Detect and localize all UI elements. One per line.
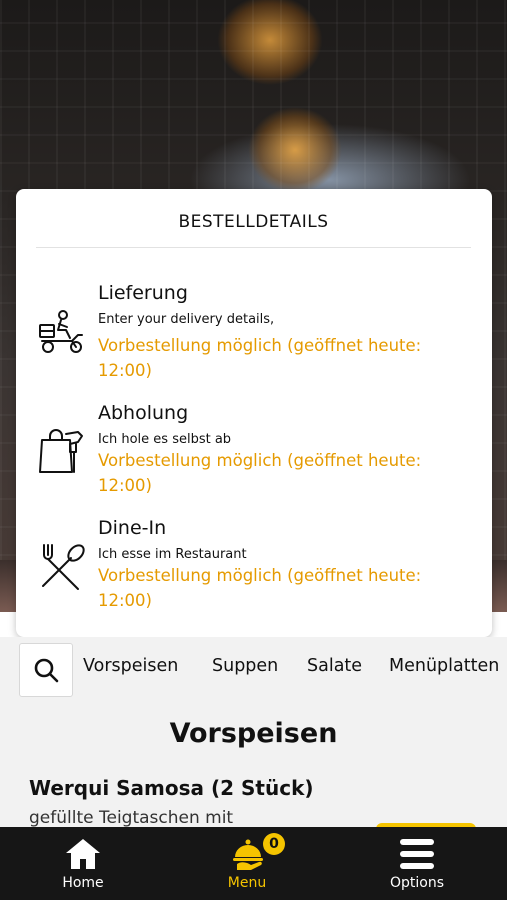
cart-count-badge: 0 bbox=[263, 833, 285, 855]
modal-title: BESTELLDETAILS bbox=[178, 212, 329, 232]
option-pickup-title: Abholung bbox=[98, 402, 189, 424]
option-pickup[interactable]: Abholung Ich hole es selbst ab Vorbestel… bbox=[36, 402, 476, 498]
section-title: Vorspeisen bbox=[169, 718, 338, 749]
modal-divider bbox=[36, 247, 471, 248]
option-dine-in-note: Vorbestellung möglich (geöffnet heute: 1… bbox=[98, 566, 422, 610]
option-pickup-subtitle: Ich hole es selbst ab bbox=[98, 432, 232, 447]
option-delivery[interactable]: Lieferung Enter your delivery details, V… bbox=[36, 282, 476, 382]
nav-home-label: Home bbox=[62, 875, 104, 891]
category-bar: Vorspeisen Suppen Salate Menüplatten bbox=[0, 637, 507, 698]
fork-spoon-icon bbox=[36, 541, 88, 593]
hamburger-menu-icon bbox=[400, 839, 434, 869]
nav-home[interactable]: Home bbox=[23, 827, 143, 900]
option-delivery-subtitle: Enter your delivery details, bbox=[98, 312, 275, 327]
category-tab-salate[interactable]: Salate bbox=[307, 656, 362, 676]
search-button[interactable] bbox=[19, 643, 73, 697]
option-delivery-note: Vorbestellung möglich (geöffnet heute: 1… bbox=[98, 336, 422, 380]
nav-options-label: Options bbox=[389, 875, 445, 891]
category-tab-menuplatten[interactable]: Menüplatten bbox=[389, 656, 499, 676]
menu-item-description: gefüllte Teigtaschen mit bbox=[29, 808, 234, 828]
takeaway-bag-icon bbox=[36, 426, 88, 478]
option-dine-in-title: Dine-In bbox=[98, 517, 167, 539]
nav-menu-label: Menu bbox=[227, 875, 267, 891]
option-dine-in-subtitle: Ich esse im Restaurant bbox=[98, 547, 247, 562]
nav-menu[interactable]: 0 Menu bbox=[187, 827, 307, 900]
category-tab-vorspeisen[interactable]: Vorspeisen bbox=[83, 656, 178, 676]
bottom-navigation: Home 0 Menu Options bbox=[0, 827, 507, 900]
option-delivery-title: Lieferung bbox=[98, 282, 188, 304]
nav-options[interactable]: Options bbox=[357, 827, 477, 900]
category-tab-suppen[interactable]: Suppen bbox=[212, 656, 278, 676]
serving-cloche-icon bbox=[233, 839, 263, 870]
delivery-scooter-icon bbox=[36, 307, 88, 359]
option-pickup-note: Vorbestellung möglich (geöffnet heute: 1… bbox=[98, 451, 422, 495]
menu-item-name[interactable]: Werqui Samosa (2 Stück) bbox=[29, 776, 314, 800]
option-dine-in[interactable]: Dine-In Ich esse im Restaurant Vorbestel… bbox=[36, 517, 476, 613]
home-icon bbox=[66, 839, 100, 869]
search-icon bbox=[34, 658, 59, 683]
